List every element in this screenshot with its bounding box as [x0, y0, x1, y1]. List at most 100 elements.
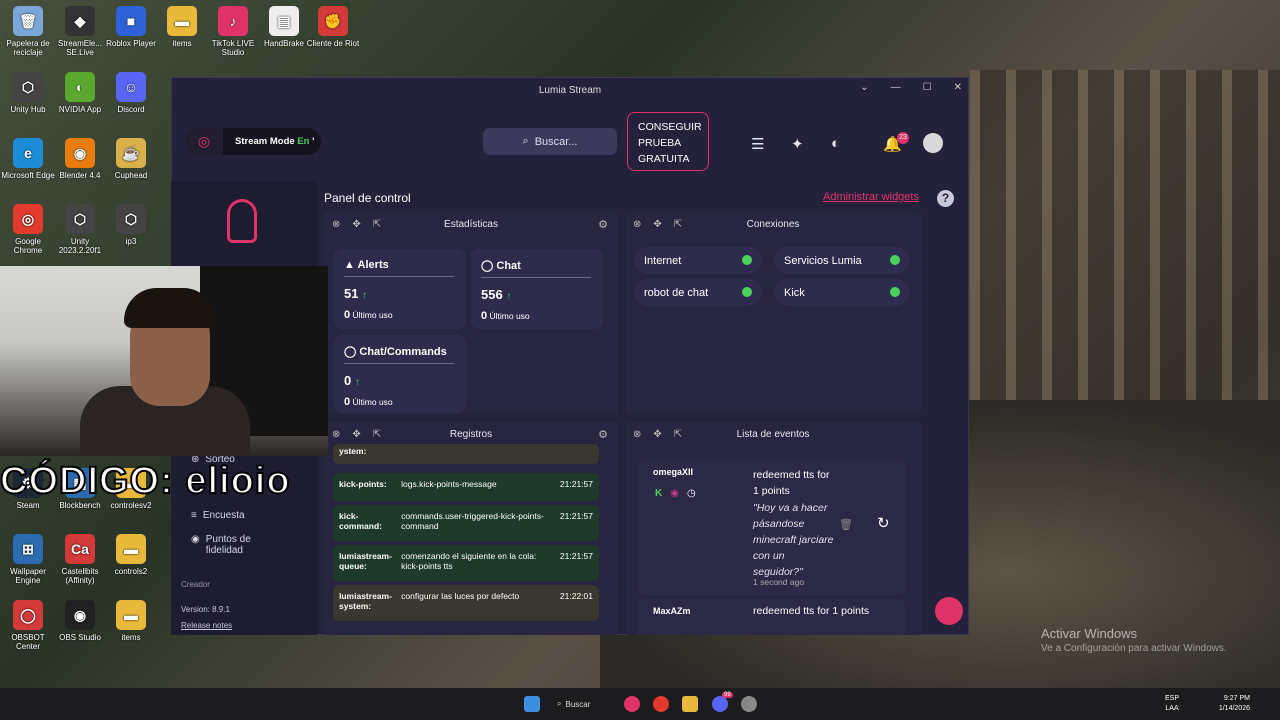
log-message: commands.user-triggered-kick-points-comm…: [401, 511, 544, 531]
log-time: 21:21:57: [559, 551, 593, 561]
sidebar-item-encuesta[interactable]: ≡ Encuesta: [191, 510, 245, 521]
check-icon: [890, 255, 900, 265]
connection-label: Servicios Lumia: [784, 254, 862, 267]
app-icon: Ca: [65, 534, 95, 564]
lumia-logo-icon: ◎: [185, 128, 223, 155]
desktop-icon[interactable]: ◐ NVIDIA App: [52, 72, 108, 114]
desktop-icon[interactable]: ◉ OBS Studio: [52, 600, 108, 642]
creator-label: Creador: [181, 580, 210, 589]
explorer-taskbar-icon[interactable]: [682, 696, 698, 712]
app-icon: ▬: [116, 534, 146, 564]
log-row: ystem:: [333, 444, 599, 464]
desktop-icon[interactable]: ▬ items: [154, 6, 210, 48]
desktop-icon[interactable]: ⬡ Unity 2023.2.20f1: [52, 204, 108, 255]
popout-icon[interactable]: ⇱: [674, 219, 682, 230]
avatar[interactable]: [923, 133, 943, 153]
chat-fab-button[interactable]: [935, 597, 963, 625]
app-icon: ⊞: [13, 534, 43, 564]
chrome-taskbar-icon[interactable]: [653, 696, 669, 712]
desktop-icon[interactable]: ◯ OBSBOT Center: [0, 600, 56, 651]
trash-icon[interactable]: 🗑: [839, 518, 853, 531]
popout-icon[interactable]: ⇱: [373, 429, 381, 440]
desktop-icon-label: OBSBOT Center: [11, 633, 45, 651]
desktop-icon[interactable]: ▬ controls2: [103, 534, 159, 576]
lightbulb-icon[interactable]: ✦: [791, 135, 804, 153]
close-icon[interactable]: ⊗: [332, 429, 340, 440]
desktop-icon[interactable]: 🗑 Papelera de reciclaje: [0, 6, 56, 57]
desktop-icon-label: HandBrake: [263, 39, 305, 48]
move-icon[interactable]: ✥: [352, 429, 360, 440]
connection-chatbot[interactable]: robot de chat: [634, 279, 762, 306]
stat-card-alerts: ▲ Alerts 51 ↑ 0 Último uso: [334, 249, 466, 329]
log-time: 21:21:57: [559, 511, 593, 521]
desktop-icon[interactable]: ▤ HandBrake: [256, 6, 312, 48]
search-placeholder: Buscar...: [534, 135, 578, 148]
points-icon: ◉: [191, 534, 200, 545]
close-icon[interactable]: ⊗: [633, 219, 641, 230]
sidebar-item-puntos[interactable]: ◉ Puntos de fidelidad: [191, 534, 271, 556]
event-action: redeemed tts for 1 points: [753, 605, 870, 617]
log-row: lumiastream-system: configurar las luces …: [333, 585, 599, 621]
close-icon[interactable]: ⊗: [633, 429, 641, 440]
desktop-icon-label: Unity Hub: [10, 105, 46, 114]
event-item: MaxAZm redeemed tts for 1 points: [637, 599, 905, 635]
log-row: kick-points: logs.kick-points-message 21:2…: [333, 473, 599, 501]
clock[interactable]: 9:27 PM 1/14/2026: [1219, 694, 1250, 714]
desktop-icon[interactable]: ⬡ Unity Hub: [0, 72, 56, 114]
release-notes-link[interactable]: Release notes: [181, 621, 232, 630]
desktop-icon[interactable]: ■ Roblox Player: [103, 6, 159, 48]
connection-lumia[interactable]: Servicios Lumia: [774, 247, 910, 274]
app-icon: ◐: [65, 72, 95, 102]
event-user: omegaXII: [653, 467, 694, 477]
desktop-icon-label: items: [121, 633, 141, 642]
help-icon[interactable]: ?: [937, 190, 954, 207]
sliders-icon[interactable]: ☰: [751, 135, 764, 153]
move-icon[interactable]: ✥: [352, 219, 360, 230]
log-source: ystem:: [339, 446, 367, 456]
desktop-icon-label: Cuphead: [114, 171, 148, 180]
connection-kick[interactable]: Kick: [774, 279, 910, 306]
palette-icon[interactable]: ◐: [831, 135, 840, 152]
popout-icon[interactable]: ⇱: [674, 429, 682, 440]
move-icon[interactable]: ✥: [653, 429, 661, 440]
desktop-icon[interactable]: Ca Castellbits (Affinity): [52, 534, 108, 585]
search-input[interactable]: ⌕ Buscar...: [483, 128, 617, 155]
manage-widgets-link[interactable]: Administrar widgets: [823, 191, 919, 203]
desktop-icon[interactable]: ◎ Google Chrome: [0, 204, 56, 255]
connection-internet[interactable]: Internet: [634, 247, 762, 274]
event-action: redeemed tts for 1 points: [753, 469, 830, 497]
replay-icon[interactable]: ↻: [877, 514, 890, 532]
app-icon: ✊: [318, 6, 348, 36]
desktop-icon-label: Google Chrome: [13, 237, 43, 255]
desktop-icon[interactable]: e Microsoft Edge: [0, 138, 56, 180]
gear-icon[interactable]: ⚙: [598, 218, 608, 231]
popout-icon[interactable]: ⇱: [373, 219, 381, 230]
desktop-icon[interactable]: ▬ items: [103, 600, 159, 642]
desktop-icon[interactable]: ◉ Blender 4.4: [52, 138, 108, 180]
desktop-icon[interactable]: ⊞ Wallpaper Engine: [0, 534, 56, 585]
desktop-icon[interactable]: ☺ Discord: [103, 72, 159, 114]
clock-date: 1/14/2026: [1218, 705, 1250, 712]
gear-icon[interactable]: ⚙: [598, 428, 608, 441]
app-icon: e: [13, 138, 43, 168]
desktop-icon[interactable]: ◆ StreamEle... SE.Live: [52, 6, 108, 57]
desktop-icon[interactable]: ✊ Cliente de Riot: [305, 6, 361, 48]
desktop-icon[interactable]: ⬡ ip3: [103, 204, 159, 246]
alert-icon: ▲: [344, 259, 358, 271]
log-source: kick-command:: [339, 511, 382, 531]
taskbar-search[interactable]: ⌕ Buscar: [557, 694, 609, 714]
desktop-icon[interactable]: ☕ Cuphead: [103, 138, 159, 180]
move-icon[interactable]: ✥: [653, 219, 661, 230]
discord-taskbar-icon[interactable]: [712, 696, 728, 712]
lumia-taskbar-icon[interactable]: [624, 696, 640, 712]
get-trial-button[interactable]: CONSEGUIR PRUEBA GRATUITA: [627, 112, 709, 171]
language-indicator[interactable]: ESP LAA: [1165, 694, 1179, 714]
windows-start-icon[interactable]: [524, 696, 540, 712]
lang-layout: LAA: [1165, 705, 1179, 712]
close-icon[interactable]: ⊗: [332, 219, 340, 230]
stream-mode-toggle[interactable]: ◎ Stream Mode En ': [185, 128, 321, 155]
check-icon: [742, 255, 752, 265]
stat-value: 0: [344, 373, 352, 388]
steam-taskbar-icon[interactable]: [741, 696, 757, 712]
desktop-icon[interactable]: ♪ TikTok LIVE Studio: [205, 6, 261, 57]
